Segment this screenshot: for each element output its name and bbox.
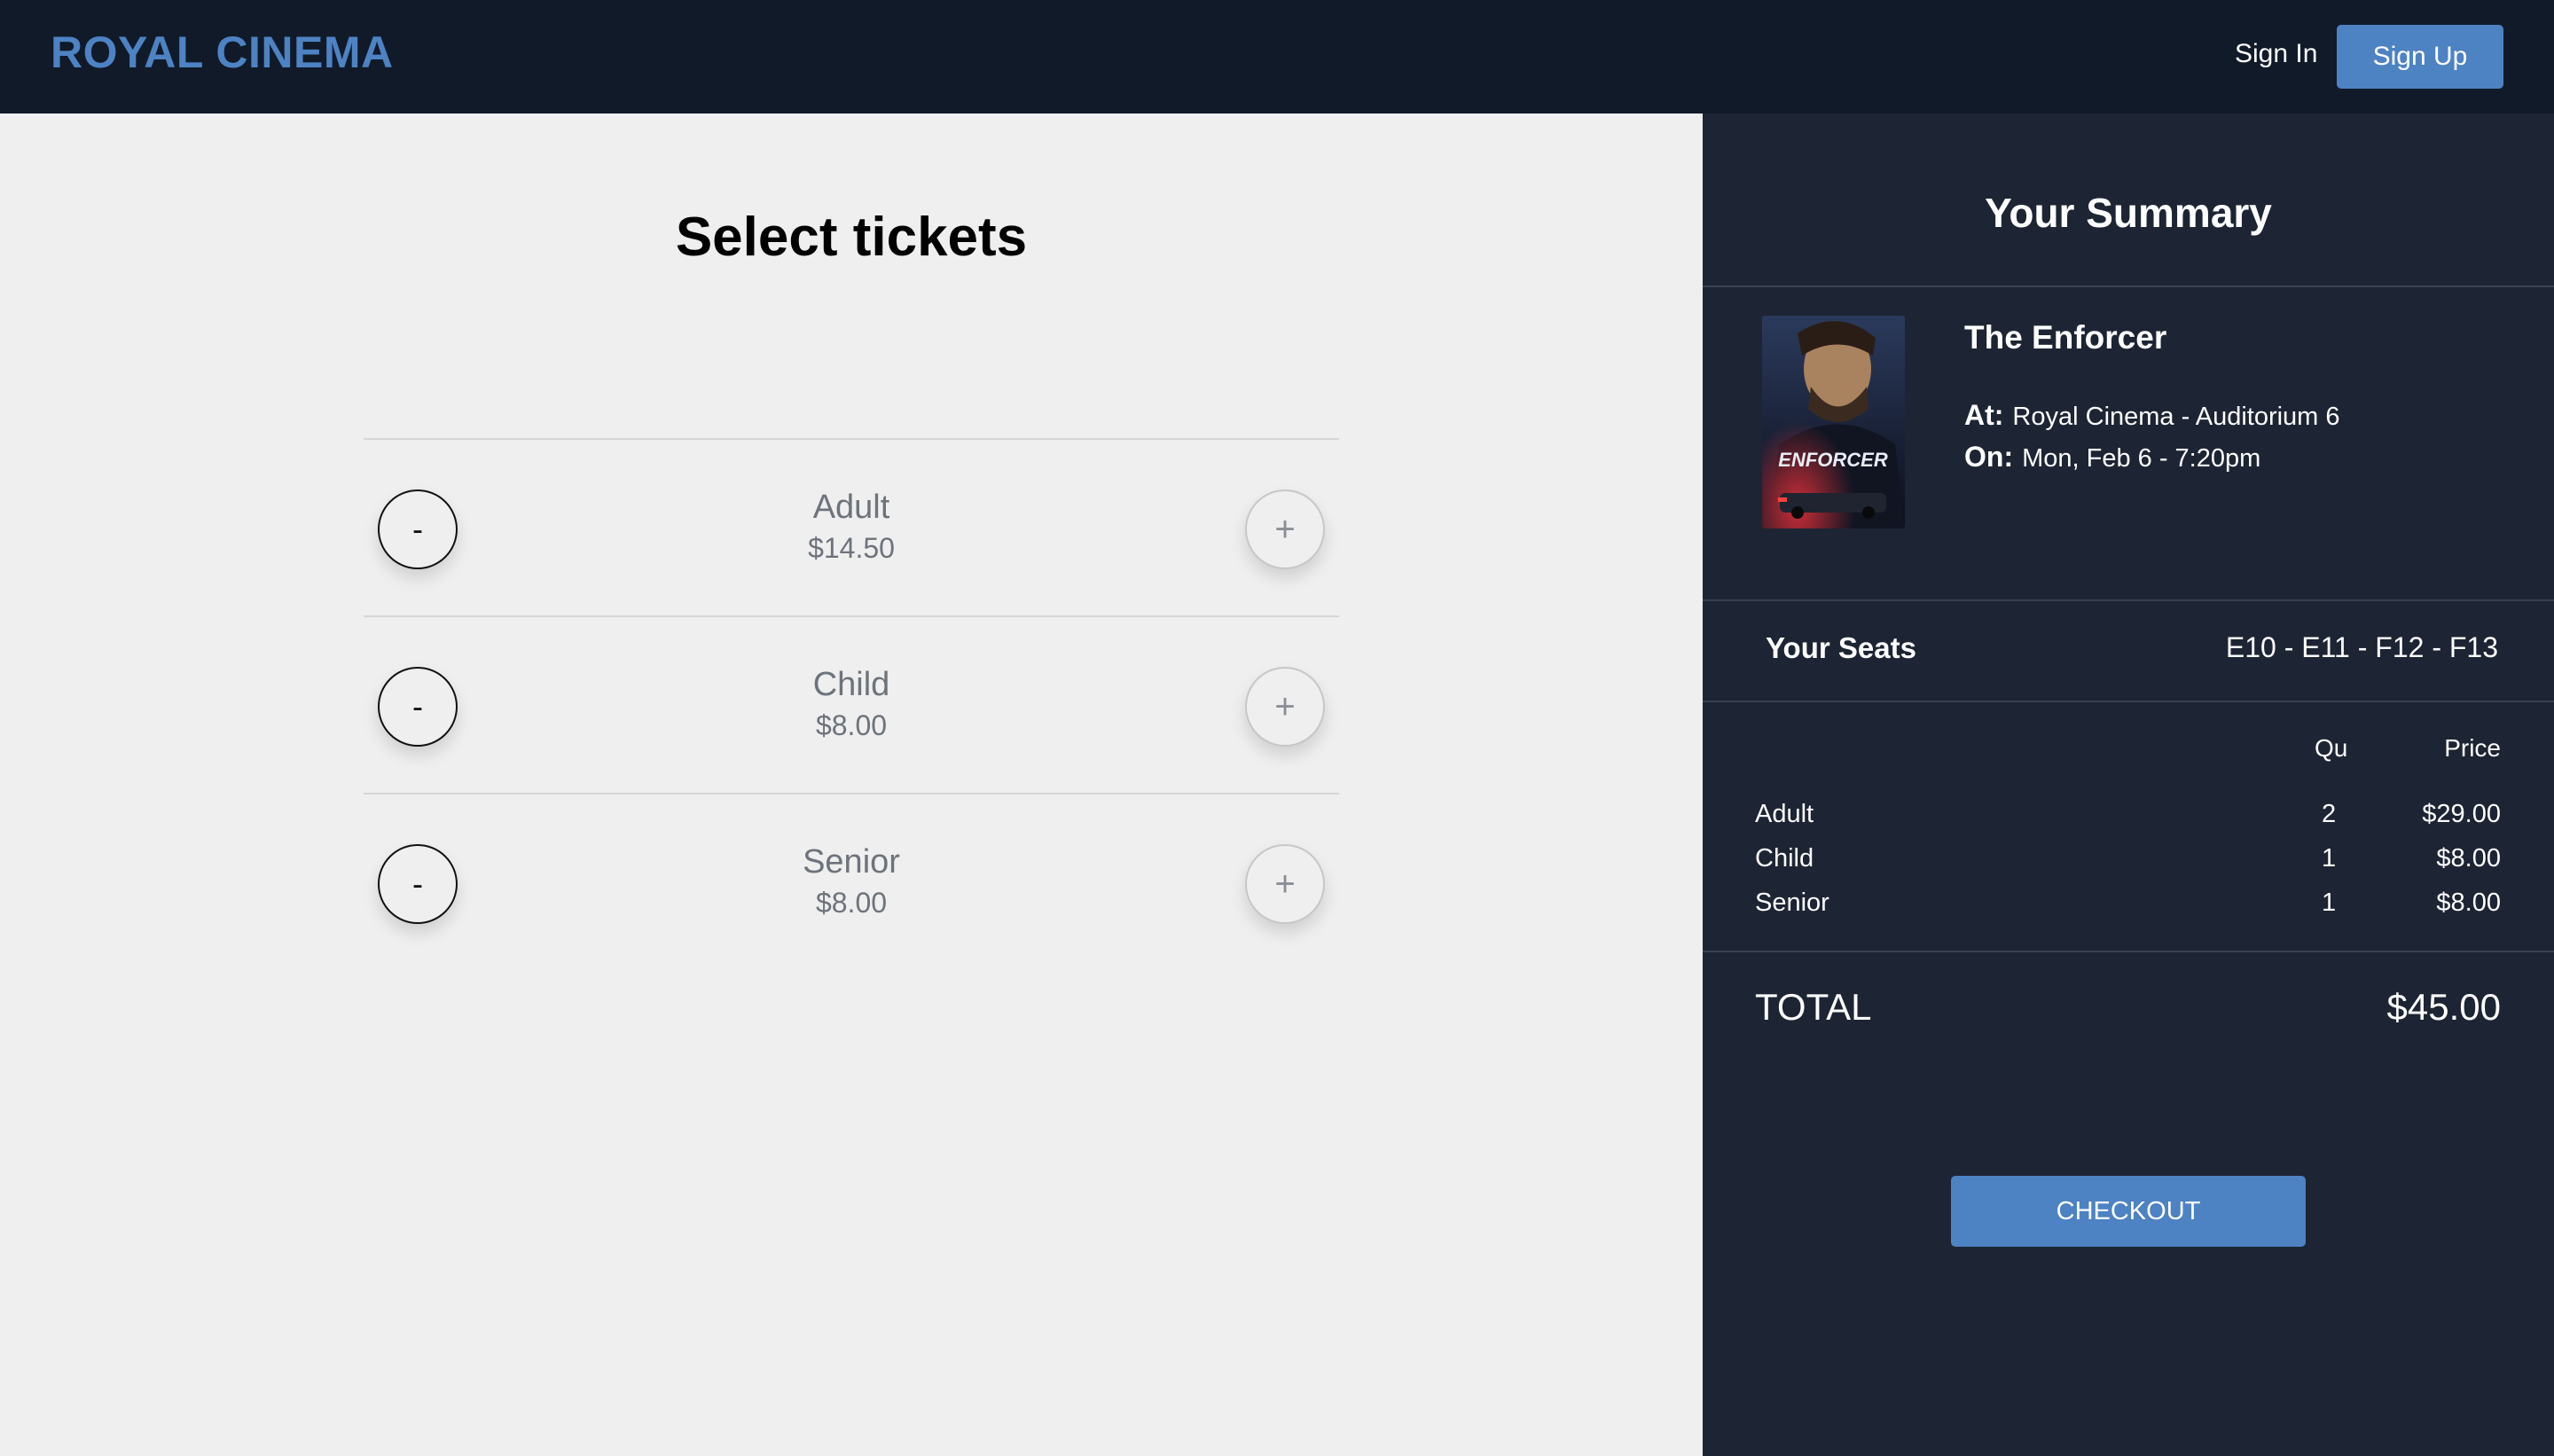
summary-panel: Your Summary ENFORCER The Enforcer At: R… <box>1703 114 2554 1456</box>
ticket-info: Senior $8.00 <box>364 841 1339 922</box>
ticket-row-child: - Child $8.00 + <box>364 615 1339 793</box>
seats-label: Your Seats <box>1766 631 1916 664</box>
ticket-name: Senior <box>803 843 900 881</box>
sign-up-button[interactable]: Sign Up <box>2337 25 2503 89</box>
qty-column-header: Qu <box>2315 734 2348 762</box>
ticket-price: $8.00 <box>815 887 888 919</box>
showing-time: On: Mon, Feb 6 - 7:20pm <box>1964 441 2260 474</box>
ticket-price: $8.00 <box>815 709 888 741</box>
poster-title-text: ENFORCER <box>1778 449 1888 471</box>
ticket-name: Adult <box>812 489 890 526</box>
poster-image: ENFORCER <box>1762 316 1905 528</box>
ticket-info: Child $8.00 <box>364 663 1339 745</box>
line-item-qty: 1 <box>2322 888 2337 917</box>
line-item-name: Adult <box>1755 800 1814 828</box>
line-item-price: $29.00 <box>2422 800 2501 828</box>
top-nav-bar: ROYAL CINEMA Sign In Sign Up <box>0 0 2554 114</box>
line-item-price: $8.00 <box>2436 844 2501 873</box>
divider <box>1703 599 2554 601</box>
movie-poster: ENFORCER <box>1762 316 1905 528</box>
divider <box>1703 951 2554 952</box>
checkout-button[interactable]: CHECKOUT <box>1951 1176 2306 1247</box>
page-title: Select tickets <box>675 207 1028 268</box>
movie-title: The Enforcer <box>1964 319 2167 356</box>
line-item-qty: 1 <box>2322 844 2337 873</box>
senior-increment-button[interactable]: + <box>1245 844 1325 924</box>
line-item-name: Child <box>1755 844 1814 873</box>
sign-in-link[interactable]: Sign In <box>2235 39 2317 69</box>
line-item-qty: 2 <box>2322 800 2337 828</box>
ticket-price: $14.50 <box>808 532 895 564</box>
divider <box>1703 701 2554 702</box>
brand-logo[interactable]: ROYAL CINEMA <box>51 27 394 78</box>
total-value: $45.00 <box>2386 986 2501 1028</box>
seats-value: E10 - E11 - F12 - F13 <box>2225 631 2498 663</box>
total-label: TOTAL <box>1755 986 1872 1028</box>
on-label: On: <box>1964 441 2014 473</box>
location-value: Royal Cinema - Auditorium 6 <box>2012 403 2340 431</box>
child-increment-button[interactable]: + <box>1245 667 1325 747</box>
at-label: At: <box>1964 399 2004 431</box>
ticket-row-adult: - Adult $14.50 + <box>364 438 1339 615</box>
ticket-list: - Adult $14.50 + - Child $8.00 + - Senio… <box>364 438 1339 970</box>
ticket-name: Child <box>812 666 890 703</box>
showing-location: At: Royal Cinema - Auditorium 6 <box>1964 399 2340 432</box>
divider <box>1703 286 2554 287</box>
time-value: Mon, Feb 6 - 7:20pm <box>2022 444 2261 473</box>
ticket-selection-area: Select tickets - Adult $14.50 + - Child … <box>0 114 1703 1456</box>
line-item-price: $8.00 <box>2436 888 2501 917</box>
line-item-name: Senior <box>1755 888 1829 917</box>
adult-increment-button[interactable]: + <box>1245 489 1325 569</box>
ticket-row-senior: - Senior $8.00 + <box>364 793 1339 970</box>
ticket-info: Adult $14.50 <box>364 486 1339 568</box>
price-column-header: Price <box>2444 734 2501 762</box>
summary-title: Your Summary <box>1985 190 2272 236</box>
